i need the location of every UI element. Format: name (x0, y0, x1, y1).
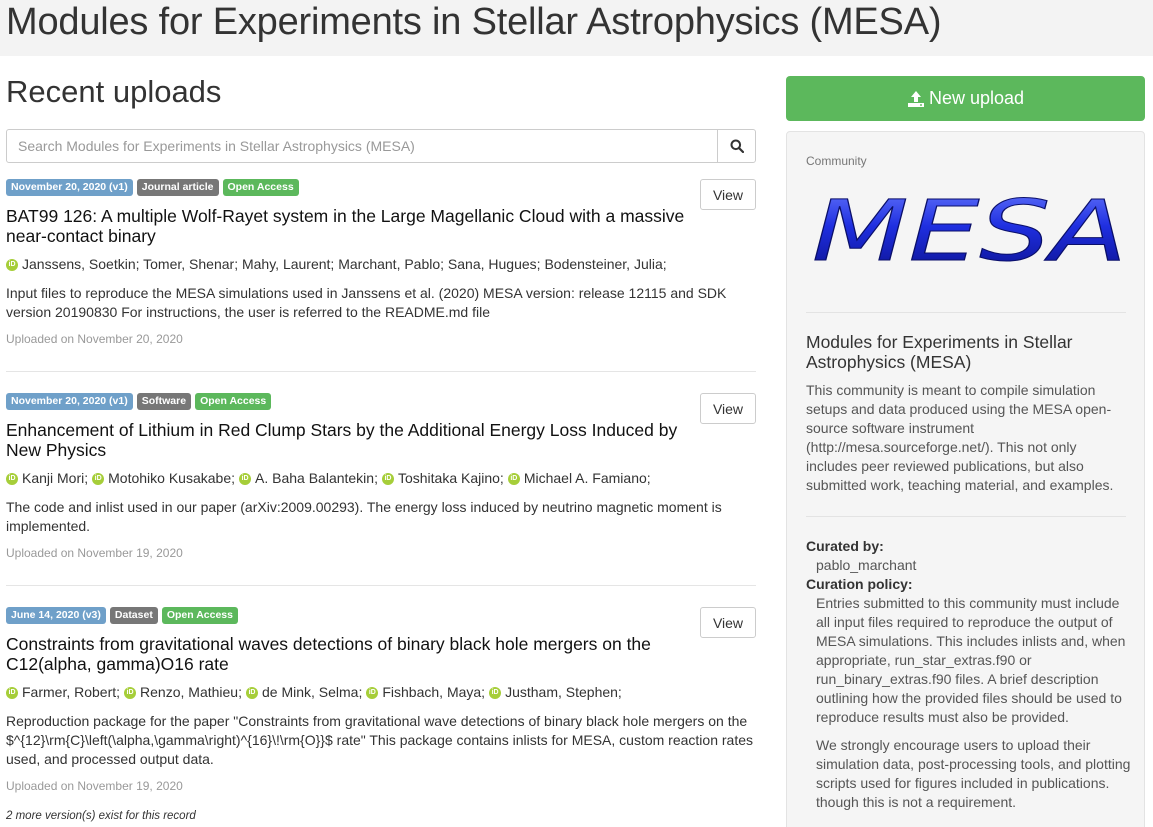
record-description: Input files to reproduce the MESA simula… (6, 285, 727, 320)
author-name: Justham, Stephen; (505, 684, 622, 700)
author-name: de Mink, Selma; (261, 684, 363, 700)
view-button[interactable]: View (700, 607, 756, 638)
access-badge[interactable]: Open Access (195, 393, 272, 410)
orcid-icon[interactable]: iD (366, 686, 379, 699)
orcid-icon[interactable]: iD (381, 472, 394, 485)
mesa-logo: MESA (812, 190, 1128, 270)
search-bar (6, 129, 756, 163)
search-input[interactable] (7, 130, 717, 162)
author-list: Janssens, Soetkin; Tomer, Shenar; Mahy, … (22, 256, 667, 272)
curator-name: pablo_marchant (816, 557, 917, 573)
date-badge[interactable]: November 20, 2020 (v1) (6, 179, 133, 196)
curation-policy-label: Curation policy: (806, 576, 913, 592)
orcid-icon[interactable]: iD (489, 686, 502, 699)
record-authors: iD Janssens, Soetkin; Tomer, Shenar; Mahy… (6, 255, 756, 274)
record-description: The code and inlist used in our paper (a… (6, 499, 722, 534)
orcid-icon[interactable]: iD (6, 258, 18, 271)
record-divider (6, 371, 756, 372)
record-title[interactable]: Constraints from gravitational waves det… (6, 634, 706, 674)
author-name: Fishbach, Maya; (382, 684, 486, 700)
curated-by-label: Curated by: (806, 538, 884, 554)
panel-divider (806, 516, 1126, 517)
orcid-icon[interactable]: iD (92, 472, 105, 485)
upload-icon (907, 90, 924, 107)
panel-divider (806, 312, 1126, 313)
view-button[interactable]: View (700, 393, 756, 424)
upload-date: Uploaded on November 19, 2020 (6, 779, 183, 793)
record-title[interactable]: BAT99 126: A multiple Wolf-Rayet system … (6, 206, 706, 246)
record-item: November 20, 2020 (v1) Journal article O… (6, 179, 756, 346)
versions-note: 2 more version(s) exist for this record (6, 810, 196, 822)
author-name: Motohiko Kusakabe; (108, 470, 235, 486)
record-title[interactable]: Enhancement of Lithium in Red Clump Star… (6, 420, 706, 460)
type-badge[interactable]: Journal article (136, 179, 219, 196)
access-badge[interactable]: Open Access (161, 607, 238, 624)
type-badge[interactable]: Software (136, 393, 192, 410)
search-button[interactable] (717, 130, 755, 162)
community-label: Community (806, 154, 867, 168)
search-icon (730, 139, 744, 153)
page-title: Modules for Experiments in Stellar Astro… (6, 1, 942, 43)
orcid-icon[interactable]: iD (245, 686, 258, 699)
author-name: Farmer, Robert; (22, 684, 121, 700)
curation-info: Curated by: pablo_marchant Curation poli… (806, 537, 1136, 812)
orcid-icon[interactable]: iD (6, 472, 18, 485)
record-divider (6, 585, 756, 586)
community-description: This community is meant to compile simul… (806, 382, 1114, 493)
orcid-icon[interactable]: iD (6, 686, 18, 699)
record-authors: iD Kanji Mori; iD Motohiko Kusakabe; iD A. … (6, 469, 756, 488)
author-name: Kanji Mori; (22, 470, 89, 486)
new-upload-label: New upload (928, 88, 1025, 108)
date-badge[interactable]: November 20, 2020 (v1) (6, 393, 133, 410)
view-button[interactable]: View (700, 179, 756, 210)
page-header: Modules for Experiments in Stellar Astro… (0, 0, 1153, 56)
author-name: Michael A. Famiano; (523, 470, 651, 486)
new-upload-button[interactable]: New upload (786, 76, 1145, 121)
community-panel: Community MESA Modules for Experiments i… (786, 131, 1145, 827)
date-badge[interactable]: June 14, 2020 (v3) (6, 607, 106, 624)
record-item: November 20, 2020 (v1) Software Open Acc… (6, 393, 756, 560)
author-name: Renzo, Mathieu; (140, 684, 242, 700)
orcid-icon[interactable]: iD (507, 472, 520, 485)
upload-date: Uploaded on November 19, 2020 (6, 546, 183, 560)
upload-date: Uploaded on November 20, 2020 (6, 332, 183, 346)
record-authors: iD Farmer, Robert; iD Renzo, Mathieu; iD de… (6, 683, 756, 702)
author-name: Toshitaka Kajino; (397, 470, 504, 486)
type-badge[interactable]: Dataset (109, 607, 158, 624)
record-item: June 14, 2020 (v3) Dataset Open Access V… (6, 607, 756, 822)
curation-policy-text: Entries submitted to this community must… (816, 595, 1126, 725)
orcid-icon[interactable]: iD (239, 472, 251, 485)
logo-text: MESA (812, 190, 1127, 270)
recent-uploads-heading: Recent uploads (6, 74, 222, 109)
record-description: Reproduction package for the paper "Cons… (6, 713, 753, 767)
access-badge[interactable]: Open Access (222, 179, 299, 196)
author-name: A. Baha Balantekin; (255, 470, 378, 486)
curation-policy-note: We strongly encourage users to upload th… (816, 737, 1131, 810)
orcid-icon[interactable]: iD (124, 686, 137, 699)
community-title: Modules for Experiments in Stellar Astro… (806, 332, 1073, 372)
